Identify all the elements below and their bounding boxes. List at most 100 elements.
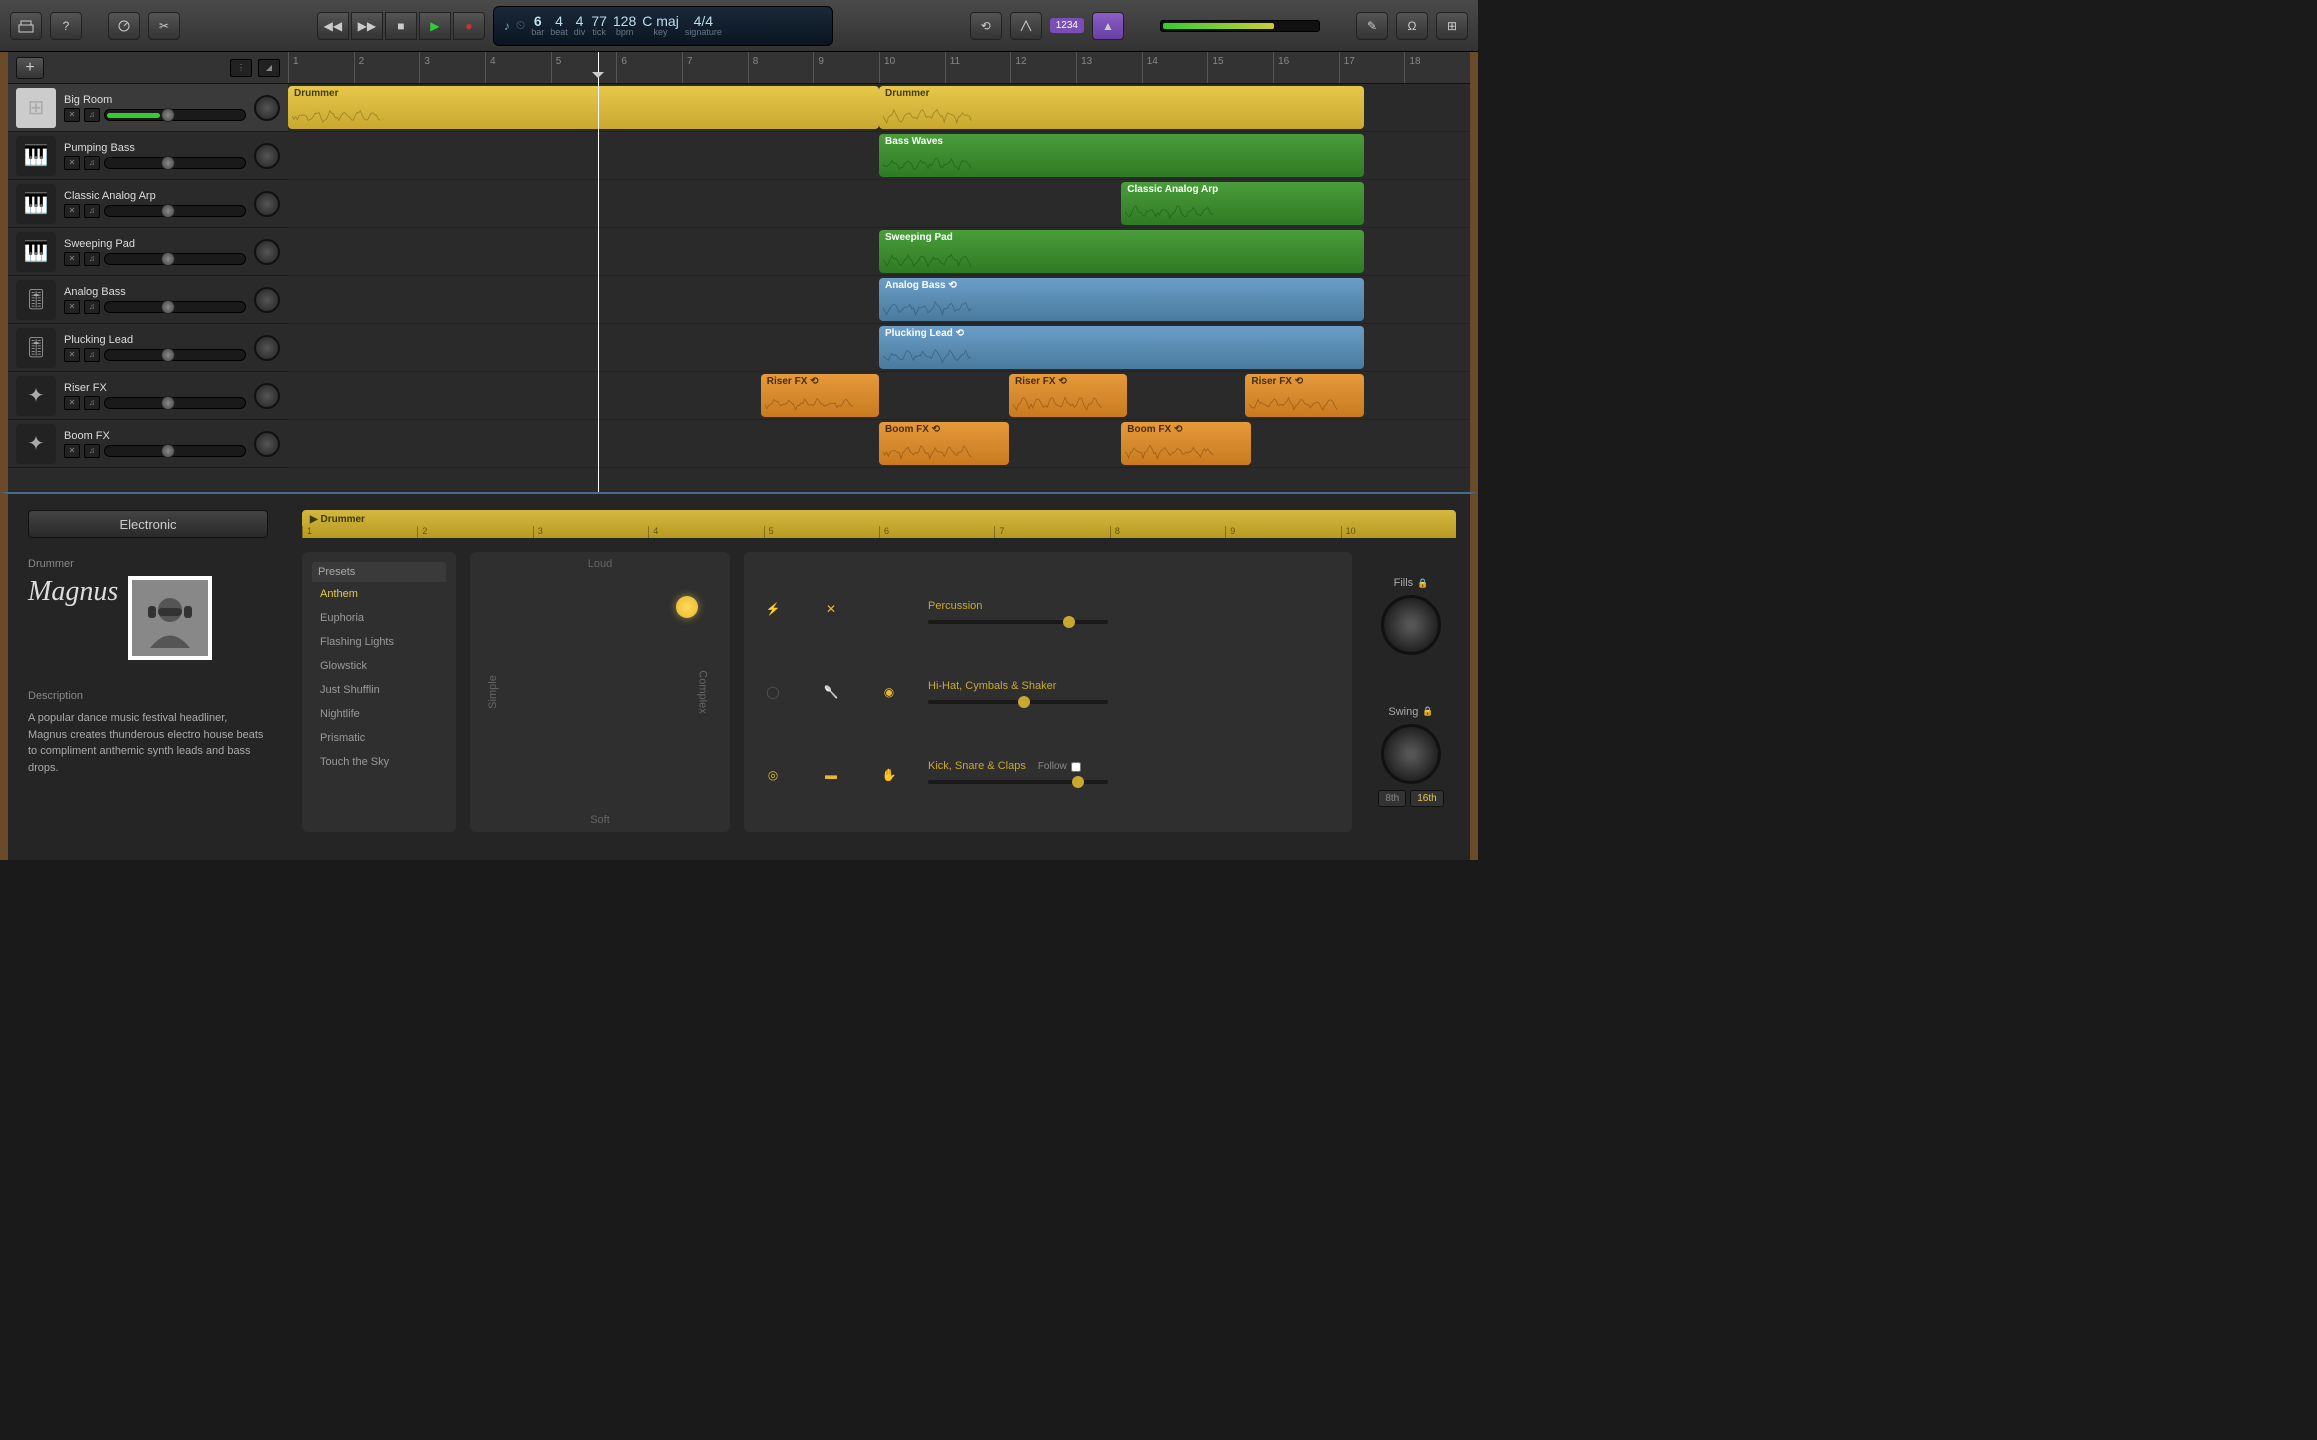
region[interactable]: Bass Waves [879, 134, 1364, 177]
region[interactable]: Drummer [288, 86, 879, 129]
pan-knob[interactable] [254, 335, 280, 361]
track-header[interactable]: ✦ Boom FX ✕ ♫ [8, 420, 288, 468]
track-instrument-icon[interactable]: ✦ [16, 376, 56, 416]
tuner-button[interactable] [1010, 12, 1042, 40]
ruler-mark[interactable]: 14 [1142, 52, 1208, 83]
editor-ruler-mark[interactable]: 8 [1110, 526, 1225, 538]
ruler-mark[interactable]: 7 [682, 52, 748, 83]
timeline-ruler[interactable]: 123456789101112131415161718 [288, 52, 1470, 84]
pan-knob[interactable] [254, 239, 280, 265]
volume-slider[interactable] [104, 109, 246, 121]
play-button[interactable]: ▶ [419, 12, 451, 40]
volume-slider[interactable] [104, 205, 246, 217]
playhead[interactable] [598, 52, 599, 492]
track-instrument-icon[interactable]: 🎚 [16, 280, 56, 320]
track-automation-button[interactable]: ◢ [258, 59, 280, 77]
solo-button[interactable]: ♫ [84, 156, 100, 170]
ruler-mark[interactable]: 2 [354, 52, 420, 83]
editors-button[interactable]: ✂ [148, 12, 180, 40]
track-instrument-icon[interactable]: 🎹 [16, 184, 56, 224]
region[interactable]: Drummer [879, 86, 1364, 129]
swing-option[interactable]: 16th [1410, 790, 1443, 807]
mute-button[interactable]: ✕ [64, 300, 80, 314]
track-filter-button[interactable]: ⋮ [230, 59, 252, 77]
region-row[interactable]: Classic Analog Arp [288, 180, 1470, 228]
mute-button[interactable]: ✕ [64, 156, 80, 170]
pan-knob[interactable] [254, 383, 280, 409]
ruler-mark[interactable]: 11 [945, 52, 1011, 83]
region-row[interactable]: Sweeping Pad [288, 228, 1470, 276]
track-instrument-icon[interactable]: 🎹 [16, 136, 56, 176]
track-instrument-icon[interactable]: ✦ [16, 424, 56, 464]
editor-region-ruler[interactable]: ▶ Drummer 12345678910 [302, 510, 1456, 538]
track-header[interactable]: 🎹 Sweeping Pad ✕ ♫ [8, 228, 288, 276]
volume-slider[interactable] [104, 445, 246, 457]
region[interactable]: Boom FX ⟲ [1121, 422, 1251, 465]
mute-button[interactable]: ✕ [64, 204, 80, 218]
library-button[interactable] [10, 12, 42, 40]
kit-complexity-slider[interactable] [928, 780, 1108, 784]
volume-slider[interactable] [104, 253, 246, 265]
solo-button[interactable]: ♫ [84, 348, 100, 362]
ruler-mark[interactable]: 3 [419, 52, 485, 83]
ruler-mark[interactable]: 8 [748, 52, 814, 83]
rewind-button[interactable]: ◀◀ [317, 12, 349, 40]
solo-button[interactable]: ♫ [84, 444, 100, 458]
volume-slider[interactable] [104, 301, 246, 313]
preset-item[interactable]: Just Shufflin [312, 678, 446, 702]
region[interactable]: Classic Analog Arp [1121, 182, 1363, 225]
kick-icon[interactable]: ◎ [754, 756, 792, 794]
region[interactable]: Riser FX ⟲ [1009, 374, 1127, 417]
fills-knob[interactable] [1381, 595, 1441, 655]
ruler-mark[interactable]: 12 [1010, 52, 1076, 83]
track-header[interactable]: ✦ Riser FX ✕ ♫ [8, 372, 288, 420]
xy-pad[interactable]: Loud Soft Simple Complex [470, 552, 730, 832]
record-button[interactable]: ● [453, 12, 485, 40]
track-header[interactable]: ⊞ Big Room ✕ ♫ [8, 84, 288, 132]
region-row[interactable]: Riser FX ⟲ Riser FX ⟲ Riser FX ⟲ [288, 372, 1470, 420]
region[interactable]: Plucking Lead ⟲ [879, 326, 1364, 369]
preset-item[interactable]: Euphoria [312, 606, 446, 630]
volume-slider[interactable] [104, 397, 246, 409]
preset-item[interactable]: Anthem [312, 582, 446, 606]
tambourine-icon[interactable]: ◯ [754, 673, 792, 711]
mute-button[interactable]: ✕ [64, 252, 80, 266]
swing-option[interactable]: 8th [1378, 790, 1406, 807]
mute-button[interactable]: ✕ [64, 348, 80, 362]
cycle-button[interactable]: ⟲ [970, 12, 1002, 40]
region-row[interactable]: Analog Bass ⟲ [288, 276, 1470, 324]
pan-knob[interactable] [254, 191, 280, 217]
preset-item[interactable]: Nightlife [312, 702, 446, 726]
editor-ruler-mark[interactable]: 7 [994, 526, 1109, 538]
pan-knob[interactable] [254, 143, 280, 169]
notepad-button[interactable]: ✎ [1356, 12, 1388, 40]
track-instrument-icon[interactable]: 🎹 [16, 232, 56, 272]
mute-button[interactable]: ✕ [64, 396, 80, 410]
editor-ruler-mark[interactable]: 3 [533, 526, 648, 538]
preset-item[interactable]: Prismatic [312, 726, 446, 750]
track-header[interactable]: 🎹 Classic Analog Arp ✕ ♫ [8, 180, 288, 228]
solo-button[interactable]: ♫ [84, 300, 100, 314]
solo-button[interactable]: ♫ [84, 108, 100, 122]
track-header[interactable]: 🎹 Pumping Bass ✕ ♫ [8, 132, 288, 180]
ruler-mark[interactable]: 18 [1404, 52, 1470, 83]
region[interactable]: Riser FX ⟲ [761, 374, 879, 417]
pan-knob[interactable] [254, 95, 280, 121]
track-instrument-icon[interactable]: ⊞ [16, 88, 56, 128]
ruler-mark[interactable]: 9 [813, 52, 879, 83]
snare-icon[interactable]: ▬ [812, 756, 850, 794]
mute-button[interactable]: ✕ [64, 108, 80, 122]
editor-ruler-mark[interactable]: 2 [417, 526, 532, 538]
volume-slider[interactable] [104, 349, 246, 361]
quick-help-button[interactable]: ? [50, 12, 82, 40]
region[interactable]: Boom FX ⟲ [879, 422, 1009, 465]
ruler-mark[interactable]: 17 [1339, 52, 1405, 83]
region-row[interactable]: Boom FX ⟲ Boom FX ⟲ [288, 420, 1470, 468]
ruler-mark[interactable]: 13 [1076, 52, 1142, 83]
region[interactable]: Riser FX ⟲ [1245, 374, 1363, 417]
add-track-button[interactable]: + [16, 57, 44, 79]
editor-ruler-mark[interactable]: 1 [302, 526, 417, 538]
editor-ruler-mark[interactable]: 5 [764, 526, 879, 538]
ruler-mark[interactable]: 10 [879, 52, 945, 83]
follow-toggle[interactable]: Follow [1038, 761, 1081, 772]
